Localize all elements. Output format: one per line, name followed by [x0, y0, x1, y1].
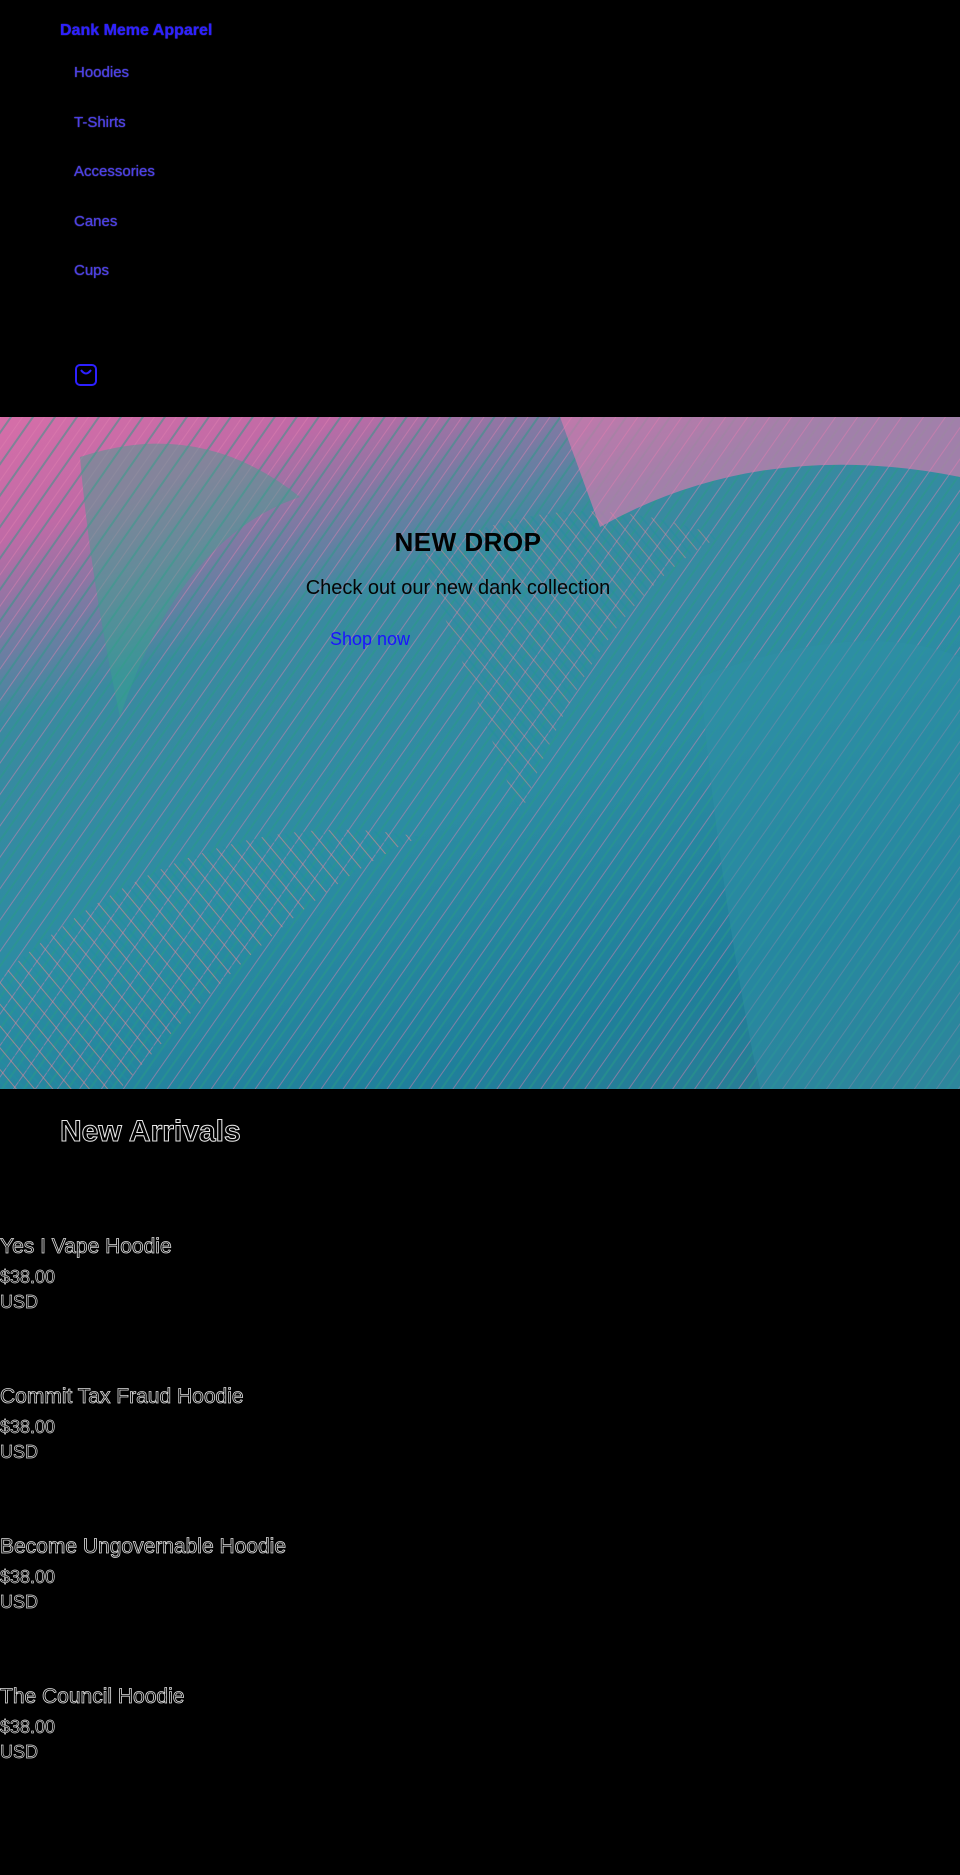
nav-item-hoodies[interactable]: Hoodies — [74, 64, 129, 81]
product-currency: USD — [0, 1292, 39, 1313]
product-name[interactable]: The Council Hoodie — [0, 1685, 600, 1709]
product-card[interactable]: The Council Hoodie $38.00 USD — [0, 1685, 600, 1765]
product-price: $38.00 — [0, 1267, 56, 1288]
product-card[interactable]: Yes I Vape Hoodie $38.00 USD — [0, 1235, 600, 1315]
nav-item-accessories[interactable]: Accessories — [74, 163, 155, 180]
palm-leaves-image — [0, 417, 960, 1089]
nav-item-cups[interactable]: Cups — [74, 262, 109, 279]
product-card[interactable]: Commit Tax Fraud Hoodie $38.00 USD — [0, 1385, 600, 1465]
product-currency: USD — [0, 1592, 39, 1613]
section-title-new-arrivals: New Arrivals — [60, 1115, 242, 1149]
brand-logo-link[interactable]: Dank Meme Apparel — [60, 22, 212, 40]
product-name[interactable]: Yes I Vape Hoodie — [0, 1235, 600, 1259]
hero-subtitle: Check out our new dank collection — [305, 577, 611, 599]
hero-title: NEW DROP — [394, 527, 542, 557]
product-currency: USD — [0, 1442, 39, 1463]
nav-item-canes[interactable]: Canes — [74, 213, 117, 230]
product-currency: USD — [0, 1742, 39, 1763]
product-price: $38.00 — [0, 1717, 56, 1738]
product-name[interactable]: Become Ungovernable Hoodie — [0, 1535, 600, 1559]
shopping-bag-icon[interactable] — [74, 363, 98, 387]
shop-now-link[interactable]: Shop now — [330, 629, 410, 650]
product-name[interactable]: Commit Tax Fraud Hoodie — [0, 1385, 600, 1409]
product-card[interactable]: Become Ungovernable Hoodie $38.00 USD — [0, 1535, 600, 1615]
hero-banner: NEW DROP Check out our new dank collecti… — [0, 417, 960, 1089]
product-price: $38.00 — [0, 1417, 56, 1438]
nav-item-t-shirts[interactable]: T-Shirts — [74, 114, 126, 131]
product-price: $38.00 — [0, 1567, 56, 1588]
page: Dank Meme Apparel Hoodies T-Shirts Acces… — [0, 0, 960, 1875]
